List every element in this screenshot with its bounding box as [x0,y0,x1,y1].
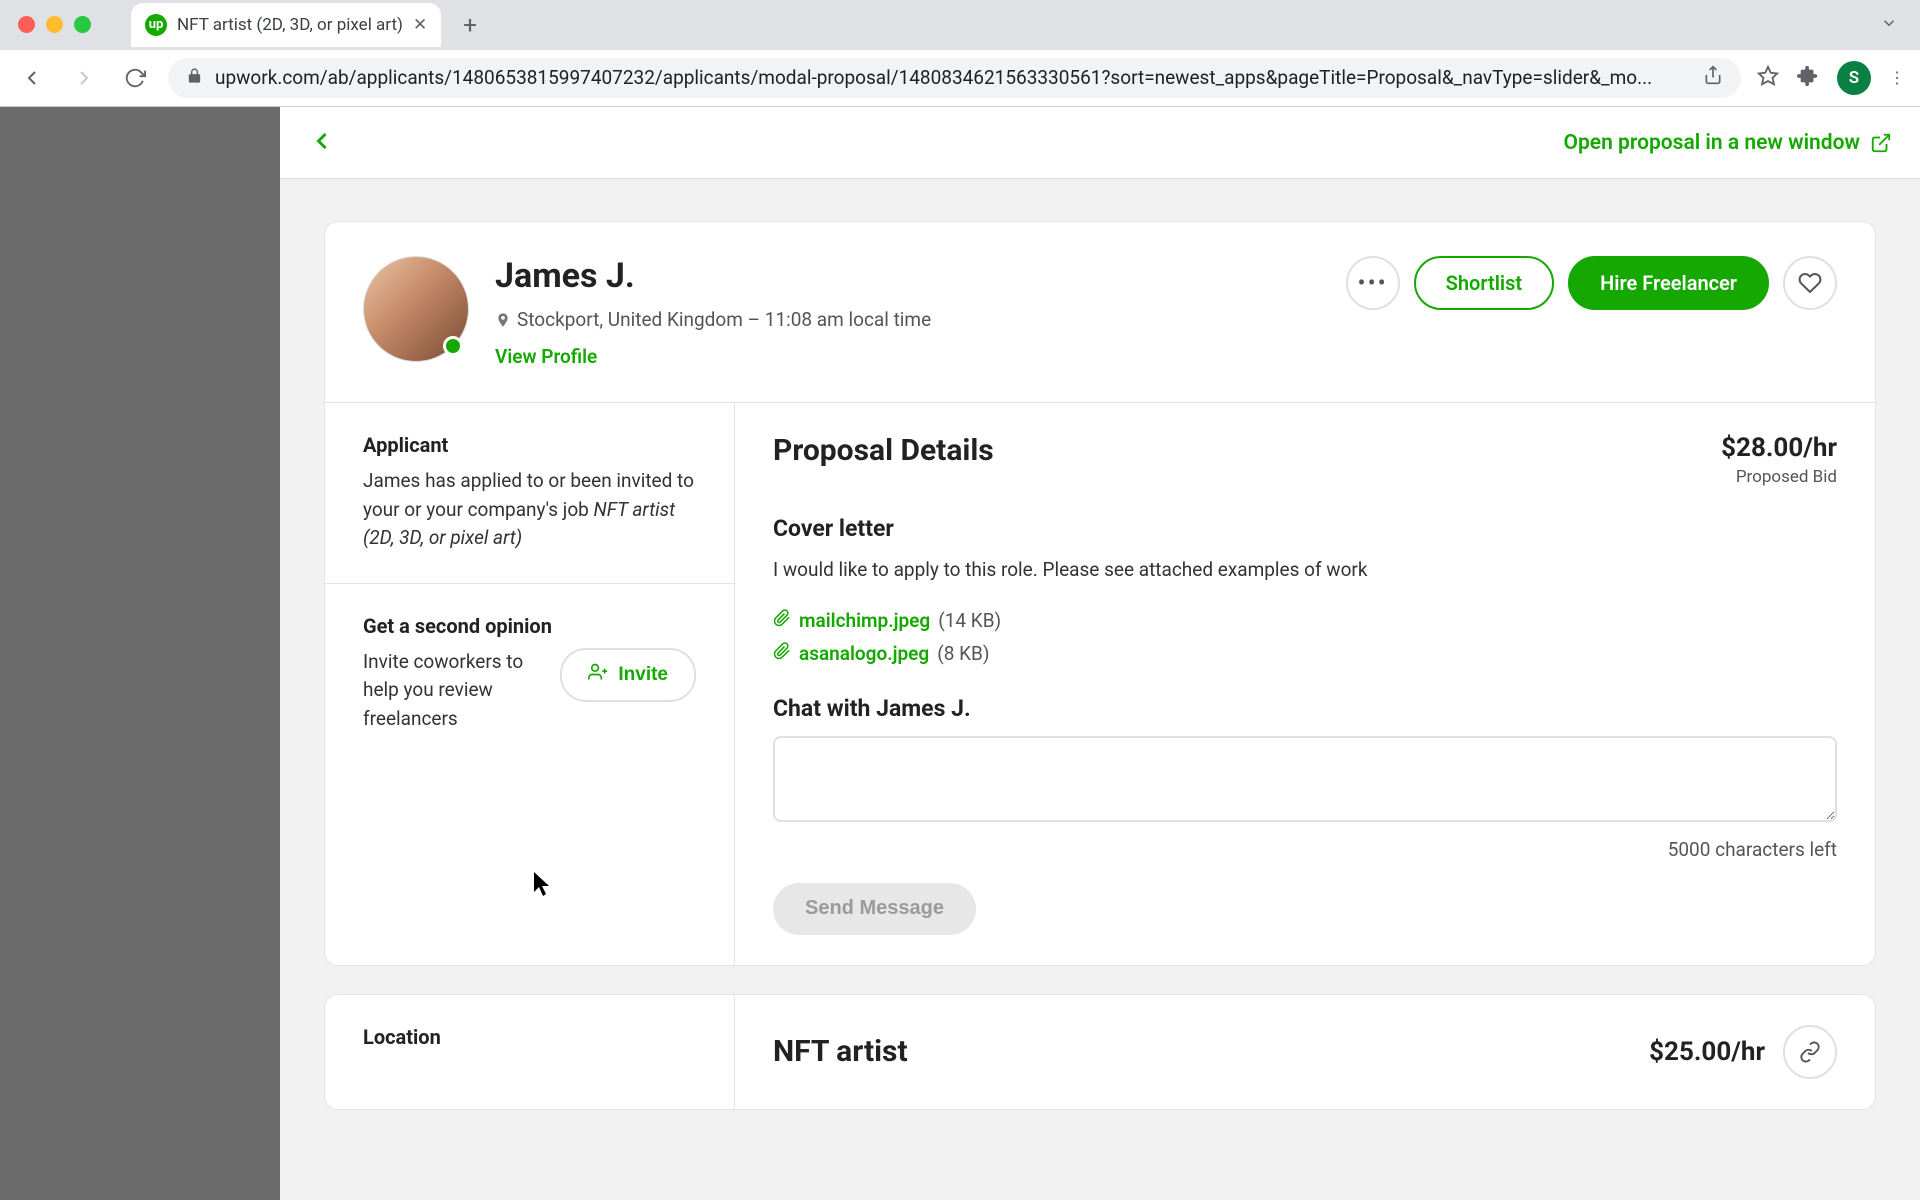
url-text: upwork.com/ab/applicants/148065381599740… [215,66,1652,89]
menu-icon[interactable]: ⋮ [1889,68,1906,87]
new-tab-button[interactable]: + [451,11,489,39]
minimize-window-icon[interactable] [46,16,63,33]
proposal-panel: Open proposal in a new window James J. [280,107,1920,1200]
opinion-desc: Invite coworkers to help you review free… [363,648,542,734]
location-pin-icon [495,310,511,330]
address-bar: upwork.com/ab/applicants/148065381599740… [0,50,1920,106]
reload-button[interactable] [118,61,152,95]
bid-block: $28.00/hr Proposed Bid [1721,433,1837,487]
bid-label: Proposed Bid [1721,467,1837,487]
location-line: Stockport, United Kingdom – 11:08 am loc… [495,308,931,331]
view-profile-link[interactable]: View Profile [495,345,597,368]
attachment-row: asanalogo.jpeg (8 KB) [773,642,1837,665]
browser-tab[interactable]: up NFT artist (2D, 3D, or pixel art) ✕ [131,3,441,47]
chat-input[interactable] [773,736,1837,822]
name-block: James J. Stockport, United Kingdom – 11:… [495,256,931,368]
favorite-button[interactable] [1783,256,1837,310]
open-new-window-label: Open proposal in a new window [1563,131,1860,155]
attachment-size: (14 KB) [938,609,1001,632]
hire-button[interactable]: Hire Freelancer [1568,256,1769,310]
proposal-heading: Proposal Details [773,433,994,468]
shortlist-button[interactable]: Shortlist [1414,256,1554,310]
opinion-section: Get a second opinion Invite coworkers to… [325,583,734,764]
invite-button[interactable]: Invite [560,648,696,702]
maximize-window-icon[interactable] [74,16,91,33]
applicant-desc: James has applied to or been invited to … [363,467,696,553]
copy-link-button[interactable] [1783,1025,1837,1079]
bookmark-icon[interactable] [1757,65,1779,91]
profile-card: James J. Stockport, United Kingdom – 11:… [324,221,1876,966]
applicant-title: Applicant [363,433,696,457]
window-controls [18,16,91,33]
tab-title: NFT artist (2D, 3D, or pixel art) [177,15,403,35]
profile-avatar[interactable]: S [1837,61,1871,95]
char-counter: 5000 characters left [773,838,1837,861]
avatar[interactable] [363,256,469,362]
paperclip-icon [773,609,791,632]
chat-heading: Chat with James J. [773,695,1837,722]
location-text: Stockport, United Kingdom – 11:08 am loc… [517,308,931,331]
role-section: NFT artist $25.00/hr [735,995,1875,1109]
attachment-name[interactable]: mailchimp.jpeg [799,609,930,632]
share-icon[interactable] [1703,65,1723,90]
paperclip-icon [773,642,791,665]
profile-actions: ••• Shortlist Hire Freelancer [1346,256,1837,310]
tab-overflow-icon[interactable] [1880,14,1898,36]
right-column: Proposal Details $28.00/hr Proposed Bid … [735,403,1875,965]
toolbar-right: S ⋮ [1757,61,1906,95]
cover-letter-text: I would like to apply to this role. Plea… [773,556,1837,585]
forward-button[interactable] [66,60,102,96]
freelancer-name: James J. [495,256,931,296]
role-title: NFT artist [773,1034,908,1069]
proposal-section: Proposal Details $28.00/hr Proposed Bid … [735,403,1875,965]
invite-label: Invite [618,664,668,686]
lock-icon [186,66,203,89]
page-viewport: Open proposal in a new window James J. [0,107,1920,1200]
favicon-icon: up [145,14,167,36]
attachment-name[interactable]: asanalogo.jpeg [799,642,929,665]
link-icon [1799,1041,1821,1063]
extensions-icon[interactable] [1797,65,1819,91]
online-status-icon [443,336,463,356]
attachment-row: mailchimp.jpeg (14 KB) [773,609,1837,632]
role-rate: $25.00/hr [1649,1037,1765,1067]
close-window-icon[interactable] [18,16,35,33]
cover-letter-heading: Cover letter [773,515,1837,542]
send-message-label: Send Message [805,897,944,920]
back-icon[interactable] [308,127,336,159]
panel-header: Open proposal in a new window [280,107,1920,179]
send-message-button[interactable]: Send Message [773,883,976,935]
location-section: Location [325,995,734,1089]
heart-icon [1798,271,1822,295]
more-actions-button[interactable]: ••• [1346,256,1400,310]
bid-amount: $28.00/hr [1721,433,1837,463]
url-input[interactable]: upwork.com/ab/applicants/148065381599740… [168,58,1741,98]
proposal-two-col: Applicant James has applied to or been i… [325,402,1875,965]
attachment-size: (8 KB) [937,642,989,665]
external-link-icon [1870,132,1892,154]
invite-icon [588,662,608,688]
back-button[interactable] [14,60,50,96]
shortlist-label: Shortlist [1446,271,1522,295]
applicant-section: Applicant James has applied to or been i… [325,403,734,583]
profile-initial: S [1849,68,1859,88]
location-heading: Location [363,1025,696,1049]
hire-label: Hire Freelancer [1600,271,1737,295]
open-new-window-link[interactable]: Open proposal in a new window [1563,131,1892,155]
opinion-title: Get a second opinion [363,614,696,638]
role-card: Location NFT artist $25.00/hr [324,994,1876,1110]
panel-content: James J. Stockport, United Kingdom – 11:… [280,179,1920,1200]
close-tab-icon[interactable]: ✕ [413,15,427,35]
browser-chrome: up NFT artist (2D, 3D, or pixel art) ✕ +… [0,0,1920,107]
tab-bar: up NFT artist (2D, 3D, or pixel art) ✕ + [0,0,1920,50]
ellipsis-icon: ••• [1357,269,1387,297]
left-column: Applicant James has applied to or been i… [325,403,735,965]
